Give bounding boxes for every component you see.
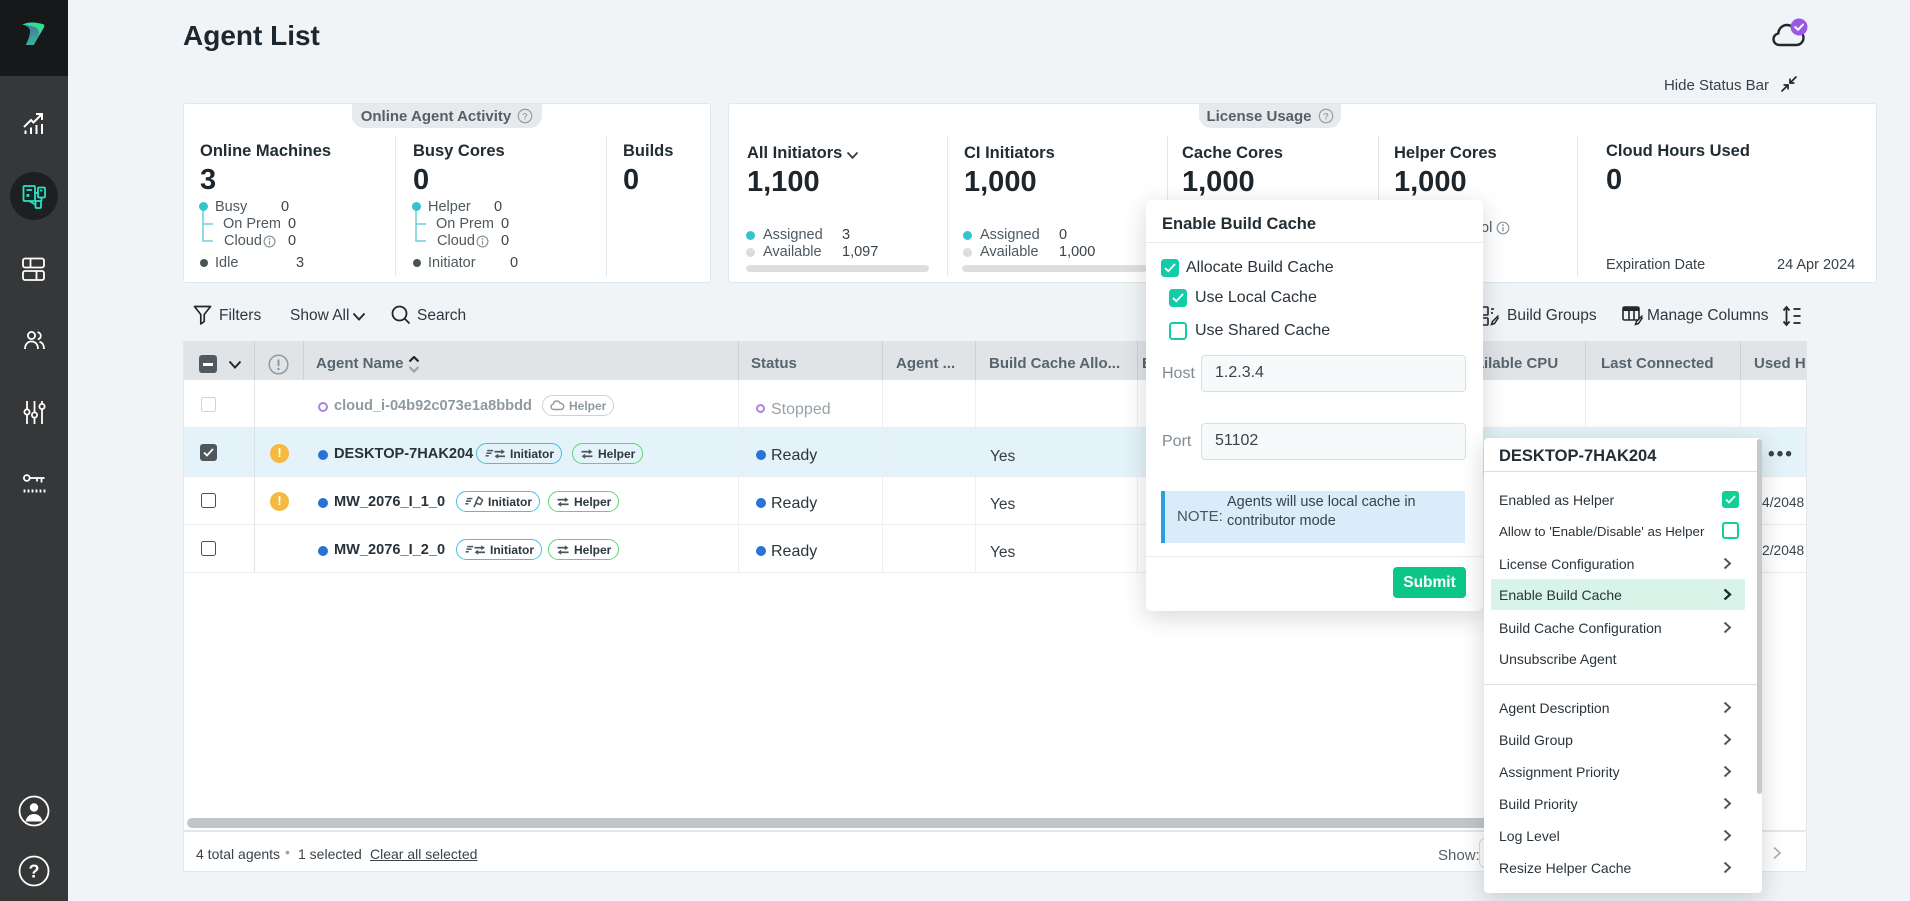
svg-text:?: ? [522,111,528,122]
svg-text:?: ? [1323,111,1329,122]
svg-text:?: ? [29,862,40,882]
